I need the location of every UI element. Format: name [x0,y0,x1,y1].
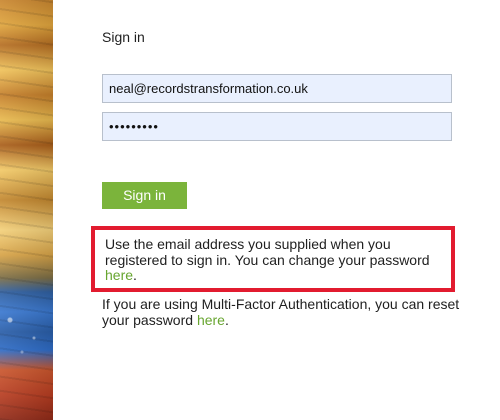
mfa-text: If you are using Multi-Factor Authentica… [102,296,460,328]
email-field[interactable]: neal@recordstransformation.co.uk [102,74,452,103]
notice-text: Use the email address you supplied when … [105,236,430,268]
password-help-notice: Use the email address you supplied when … [91,226,455,292]
sign-in-button[interactable]: Sign in [102,182,187,209]
mfa-suffix: . [224,311,229,328]
email-value: neal@recordstransformation.co.uk [109,81,308,96]
password-value: ••••••••• [109,119,159,134]
sign-in-page: Sign in neal@recordstransformation.co.uk… [0,0,500,420]
sign-in-form: Sign in neal@recordstransformation.co.uk… [91,0,462,420]
mfa-help-text: If you are using Multi-Factor Authentica… [102,296,462,328]
page-title: Sign in [102,29,145,45]
decorative-side-image [0,0,53,420]
change-password-link[interactable]: here [105,267,133,283]
reset-password-link[interactable]: here [197,312,225,328]
notice-suffix: . [133,267,137,283]
password-field[interactable]: ••••••••• [102,112,452,141]
